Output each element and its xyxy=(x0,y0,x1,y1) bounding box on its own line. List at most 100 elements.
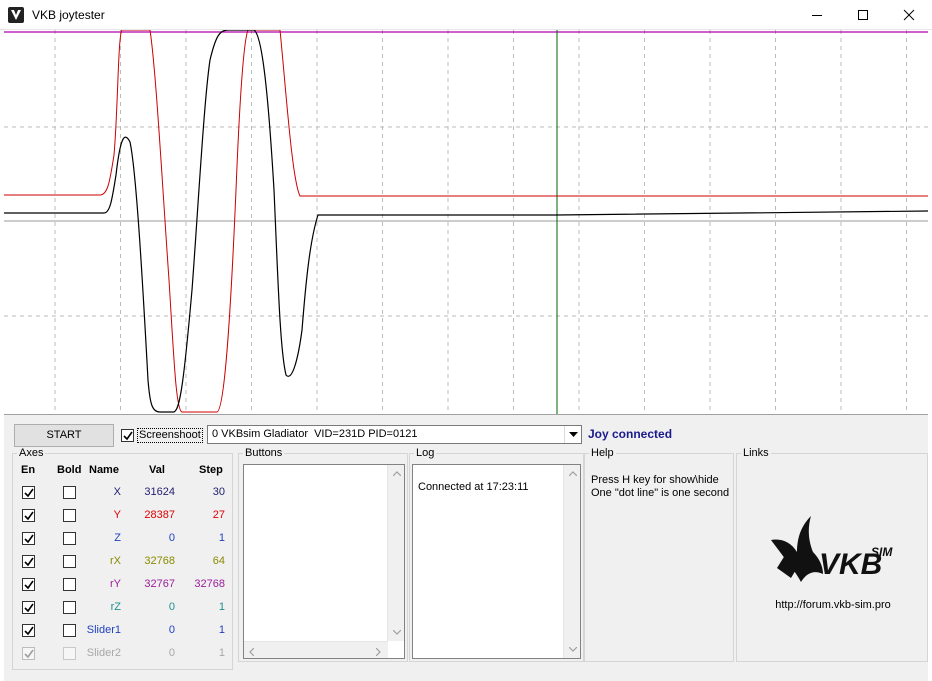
checkmark-icon xyxy=(123,431,133,441)
help-line-dotline: One "dot line" is one second xyxy=(591,487,730,499)
axis-bold-checkbox[interactable] xyxy=(63,555,76,568)
minimize-icon xyxy=(812,15,822,16)
app-logo-icon xyxy=(8,7,24,23)
axis-name: rX xyxy=(110,555,121,567)
axis-value: 0 xyxy=(168,647,175,659)
scroll-down-button[interactable] xyxy=(388,624,405,641)
log-vertical-scrollbar[interactable] xyxy=(563,465,580,658)
screenshot-checkbox[interactable] xyxy=(121,429,134,442)
axis-name: Z xyxy=(114,532,121,544)
scroll-up-button[interactable] xyxy=(564,465,581,482)
log-group-label: Log xyxy=(414,447,437,459)
axis-bold-checkbox[interactable] xyxy=(63,509,76,522)
scroll-right-button[interactable] xyxy=(371,642,388,659)
chevron-down-icon xyxy=(569,647,577,652)
axis-bold-checkbox[interactable] xyxy=(63,532,76,545)
close-icon xyxy=(903,9,915,21)
chevron-down-icon xyxy=(569,432,578,437)
buttons-group-label: Buttons xyxy=(243,447,285,459)
device-select[interactable]: 0 VKBsim Gladiator VID=231D PID=0121 xyxy=(207,425,582,444)
checkmark-icon xyxy=(24,511,34,521)
logo-sub-wordmark: SIM xyxy=(871,545,893,559)
axes-header-en: En xyxy=(21,464,36,476)
checkmark-icon xyxy=(24,488,34,498)
buttons-horizontal-scrollbar[interactable] xyxy=(244,641,388,658)
buttons-list[interactable] xyxy=(243,464,405,659)
axis-name: Y xyxy=(113,509,121,521)
maximize-icon xyxy=(858,10,868,20)
close-button[interactable] xyxy=(886,0,932,30)
axis-trace-plot xyxy=(4,30,928,414)
scroll-left-button[interactable] xyxy=(244,642,261,659)
control-panel: START Screenshoot 0 VKBsim Gladiator VID… xyxy=(4,414,928,681)
axis-name: Slider1 xyxy=(86,624,121,636)
axis-enable-checkbox[interactable] xyxy=(22,509,35,522)
axis-enable-checkbox[interactable] xyxy=(22,486,35,499)
axis-bold-checkbox[interactable] xyxy=(63,486,76,499)
checkmark-icon xyxy=(24,557,34,567)
log-entry: Connected at 17:23:11 xyxy=(418,481,529,493)
checkmark-icon xyxy=(24,649,34,659)
minimize-button[interactable] xyxy=(794,0,840,30)
axis-bold-checkbox[interactable] xyxy=(63,647,76,660)
axes-header-name: Name xyxy=(89,464,119,476)
scroll-up-button[interactable] xyxy=(388,465,405,482)
links-group-label: Links xyxy=(741,447,771,459)
axis-name: Slider2 xyxy=(86,647,121,659)
axis-bold-checkbox[interactable] xyxy=(63,624,76,637)
title-bar: VKB joytester xyxy=(0,0,932,30)
checkmark-icon xyxy=(24,626,34,636)
axis-step: 27 xyxy=(212,509,225,521)
axis-enable-checkbox[interactable] xyxy=(22,624,35,637)
axis-value: 0 xyxy=(168,601,175,613)
axis-enable-checkbox[interactable] xyxy=(22,555,35,568)
screenshot-label[interactable]: Screenshoot xyxy=(137,428,203,443)
chevron-left-icon xyxy=(249,648,254,656)
axis-enable-checkbox[interactable] xyxy=(22,647,35,660)
axis-enable-checkbox[interactable] xyxy=(22,532,35,545)
help-group-label: Help xyxy=(589,447,616,459)
axis-step: 1 xyxy=(218,532,225,544)
chevron-up-icon xyxy=(393,471,401,476)
chevron-down-icon xyxy=(393,630,401,635)
eagle-icon xyxy=(771,516,823,582)
axis-step: 32768 xyxy=(194,578,225,590)
checkmark-icon xyxy=(24,534,34,544)
axes-header-bold: Bold xyxy=(57,464,82,476)
axis-step: 30 xyxy=(212,486,225,498)
axes-header-step: Step xyxy=(199,464,223,476)
scroll-down-button[interactable] xyxy=(564,641,581,658)
axis-name: rZ xyxy=(110,601,121,613)
axis-step: 1 xyxy=(218,601,225,613)
checkmark-icon xyxy=(24,580,34,590)
forum-link[interactable]: http://forum.vkb-sim.pro xyxy=(737,599,929,611)
chevron-right-icon xyxy=(376,648,381,656)
log-group: Log Connected at 17:23:11 xyxy=(409,447,584,662)
device-select-value: 0 VKBsim Gladiator VID=231D PID=0121 xyxy=(212,428,418,440)
buttons-group: Buttons xyxy=(238,447,408,662)
dropdown-arrow-button[interactable] xyxy=(564,426,581,443)
help-group: Help Press H key for show\hide One "dot … xyxy=(584,447,734,662)
axis-step: 1 xyxy=(218,647,225,659)
help-line-toggle: Press H key for show\hide xyxy=(591,474,719,486)
axis-step: 64 xyxy=(212,555,225,567)
log-list[interactable]: Connected at 17:23:11 xyxy=(412,464,581,659)
axis-step: 1 xyxy=(218,624,225,636)
chevron-up-icon xyxy=(569,471,577,476)
window-title: VKB joytester xyxy=(32,8,105,22)
axis-enable-checkbox[interactable] xyxy=(22,578,35,591)
axis-name: X xyxy=(113,486,121,498)
maximize-button[interactable] xyxy=(840,0,886,30)
vkbsim-logo[interactable]: VKB SIM xyxy=(767,512,902,592)
connection-status: Joy connected xyxy=(588,427,673,441)
axis-name: rY xyxy=(110,578,121,590)
start-button[interactable]: START xyxy=(14,424,114,447)
axis-bold-checkbox[interactable] xyxy=(63,601,76,614)
axes-group: Axes En Bold Name Val Step X 31624 30 Y 2838… xyxy=(12,447,233,670)
axes-header-val: Val xyxy=(149,464,165,476)
plot-grid-vertical xyxy=(54,30,907,414)
axis-bold-checkbox[interactable] xyxy=(63,578,76,591)
axis-value: 31624 xyxy=(144,486,175,498)
axis-enable-checkbox[interactable] xyxy=(22,601,35,614)
buttons-vertical-scrollbar[interactable] xyxy=(387,465,404,641)
